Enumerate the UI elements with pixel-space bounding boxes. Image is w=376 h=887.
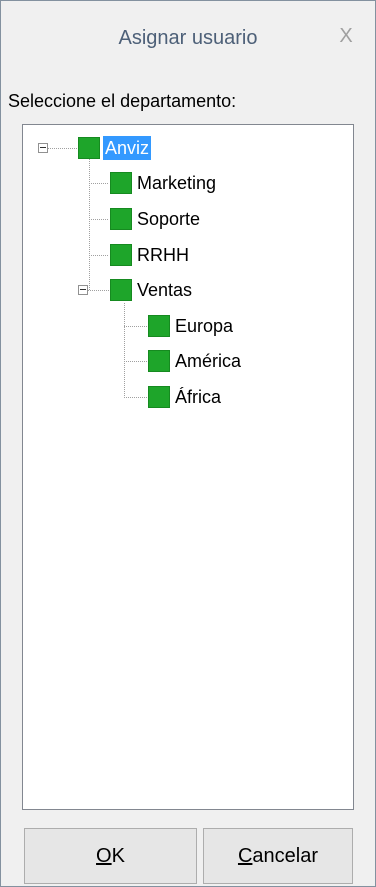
tree-node-ventas[interactable]: Ventas: [110, 278, 194, 302]
cancel-button[interactable]: Cancelar: [203, 828, 353, 884]
tree-node-marketing[interactable]: Marketing: [110, 171, 218, 195]
dialog-title: Asignar usuario: [118, 27, 258, 49]
title-bar: Asignar usuario X: [1, 1, 375, 79]
collapse-ventas-toggle[interactable]: [78, 285, 88, 295]
assign-user-dialog: Asignar usuario X Seleccione el departam…: [0, 0, 376, 887]
department-icon: [110, 279, 132, 301]
department-icon: [78, 137, 100, 159]
department-icon: [148, 315, 170, 337]
ok-label-rest: K: [111, 844, 125, 867]
tree-node-label: Anviz: [103, 136, 152, 160]
department-icon: [110, 172, 132, 194]
department-icon: [148, 386, 170, 408]
tree-node-label: América: [175, 351, 242, 371]
tree-node-label: Soporte: [137, 209, 201, 229]
tree-node-label: Marketing: [137, 173, 217, 193]
department-prompt-label: Seleccione el departamento:: [8, 91, 237, 111]
ok-mnemonic: O: [96, 844, 112, 867]
tree-node-africa[interactable]: África: [148, 385, 223, 409]
close-icon[interactable]: X: [333, 23, 359, 49]
cancel-mnemonic: C: [237, 844, 253, 867]
department-tree[interactable]: Anviz Marketing Soporte RRHH Ventas Euro…: [22, 124, 354, 810]
tree-node-anviz[interactable]: Anviz: [78, 136, 152, 160]
tree-node-label: Europa: [175, 316, 234, 336]
cancel-label-rest: ancelar: [252, 844, 319, 867]
ok-button[interactable]: OK: [24, 828, 197, 884]
tree-node-label: Ventas: [137, 280, 193, 300]
department-icon: [148, 350, 170, 372]
tree-node-soporte[interactable]: Soporte: [110, 207, 202, 231]
collapse-anviz-toggle[interactable]: [38, 143, 48, 153]
department-icon: [110, 208, 132, 230]
department-icon: [110, 244, 132, 266]
tree-node-label: RRHH: [137, 245, 189, 265]
tree-node-europa[interactable]: Europa: [148, 314, 235, 338]
tree-node-america[interactable]: América: [148, 349, 243, 373]
tree-node-rrhh[interactable]: RRHH: [110, 243, 191, 267]
tree-node-label: África: [175, 387, 222, 407]
